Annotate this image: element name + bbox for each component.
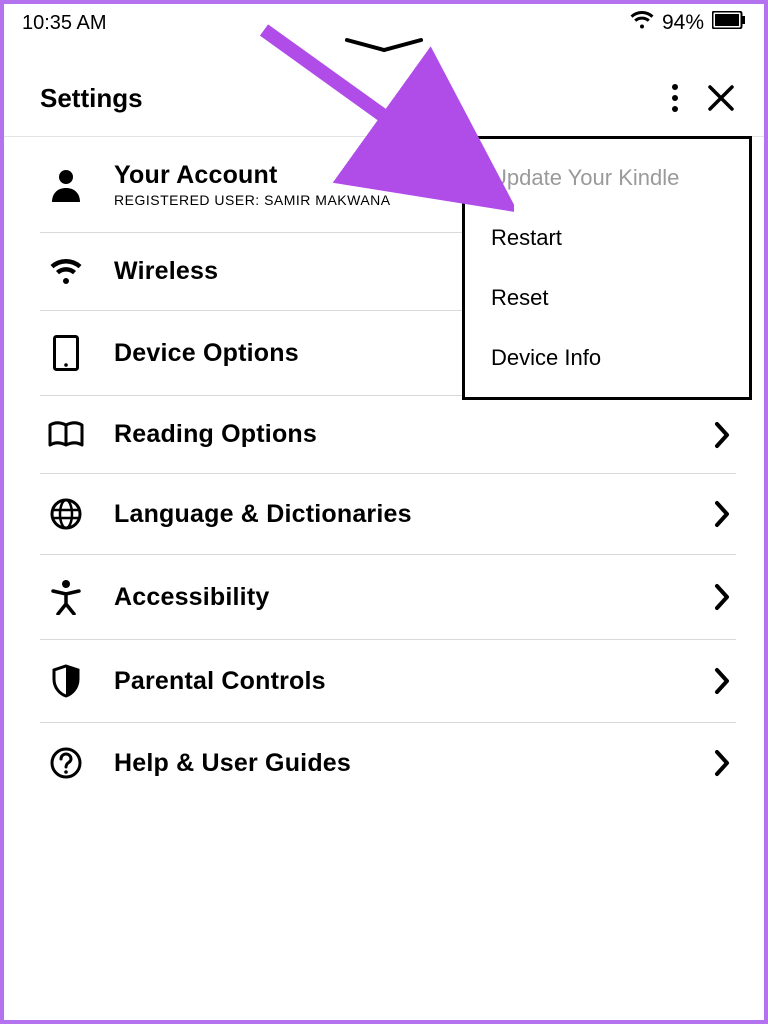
close-button[interactable] bbox=[706, 83, 736, 113]
chevron-right-icon bbox=[714, 667, 730, 695]
wifi-icon bbox=[46, 258, 86, 286]
page-title: Settings bbox=[40, 83, 143, 114]
wifi-icon bbox=[630, 10, 654, 36]
battery-percent: 94% bbox=[662, 11, 704, 35]
language-label: Language & Dictionaries bbox=[114, 500, 686, 529]
overflow-menu: Update Your Kindle Restart Reset Device … bbox=[462, 136, 752, 400]
user-icon bbox=[46, 168, 86, 202]
help-label: Help & User Guides bbox=[114, 749, 686, 778]
settings-item-help[interactable]: Help & User Guides bbox=[40, 723, 736, 803]
accessibility-icon bbox=[46, 579, 86, 615]
accessibility-label: Accessibility bbox=[114, 583, 686, 612]
status-bar: 10:35 AM 94% bbox=[4, 4, 764, 38]
settings-item-reading-options[interactable]: Reading Options bbox=[40, 396, 736, 474]
chevron-right-icon bbox=[714, 749, 730, 777]
menu-item-restart[interactable]: Restart bbox=[491, 225, 723, 251]
chevron-right-icon bbox=[714, 583, 730, 611]
settings-item-parental[interactable]: Parental Controls bbox=[40, 640, 736, 723]
chevron-right-icon bbox=[714, 500, 730, 528]
book-icon bbox=[46, 421, 86, 449]
settings-item-accessibility[interactable]: Accessibility bbox=[40, 555, 736, 640]
menu-item-update: Update Your Kindle bbox=[491, 165, 723, 191]
reading-options-label: Reading Options bbox=[114, 420, 686, 449]
menu-item-reset[interactable]: Reset bbox=[491, 285, 723, 311]
battery-icon bbox=[712, 11, 746, 35]
more-menu-button[interactable] bbox=[666, 78, 684, 118]
help-icon bbox=[46, 747, 86, 779]
device-icon bbox=[46, 335, 86, 371]
menu-item-device-info[interactable]: Device Info bbox=[491, 345, 723, 371]
clock: 10:35 AM bbox=[22, 12, 107, 35]
settings-item-language[interactable]: Language & Dictionaries bbox=[40, 474, 736, 555]
settings-header: Settings bbox=[4, 54, 764, 137]
chevron-right-icon bbox=[714, 421, 730, 449]
shield-icon bbox=[46, 664, 86, 698]
globe-icon bbox=[46, 498, 86, 530]
parental-label: Parental Controls bbox=[114, 667, 686, 696]
pulldown-handle[interactable] bbox=[4, 36, 764, 54]
